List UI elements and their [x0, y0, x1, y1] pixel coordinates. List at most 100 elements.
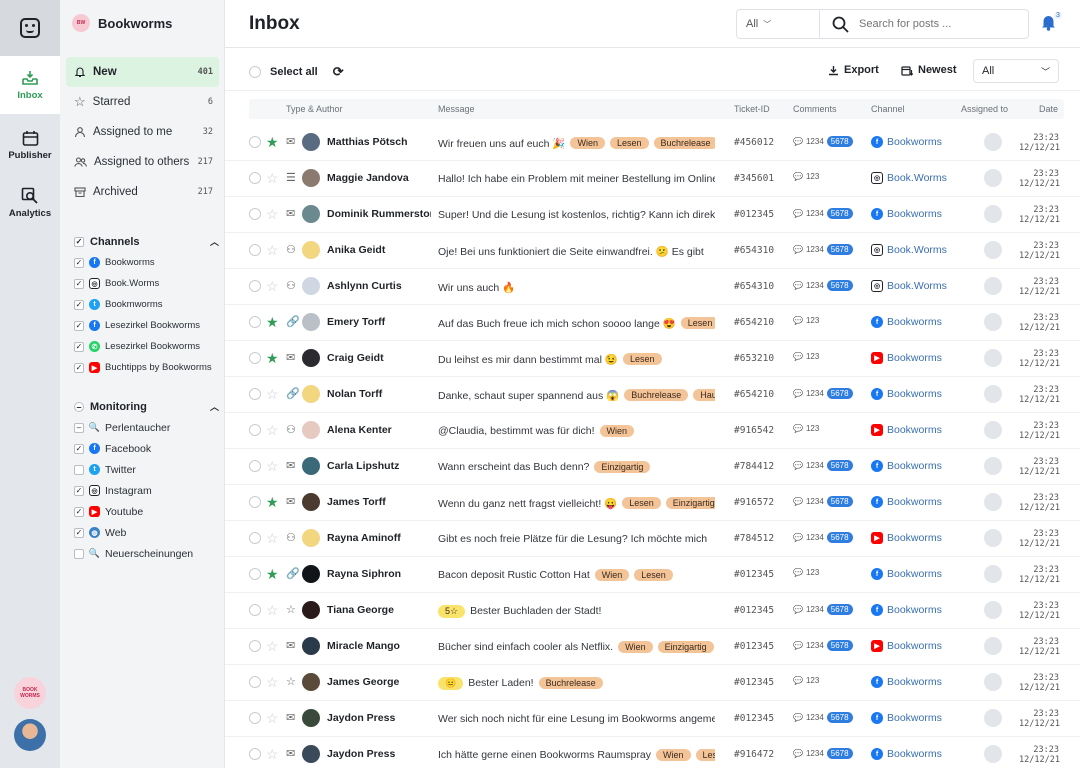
monitoring-checkbox[interactable]: –	[74, 422, 84, 433]
tag-label[interactable]: Buchrelease	[624, 389, 689, 401]
assignee-avatar[interactable]	[984, 349, 1002, 367]
star-icon[interactable]: ☆	[266, 241, 279, 259]
nav-item-new[interactable]: New 401	[66, 57, 219, 87]
comments-count[interactable]: 💬 123	[793, 172, 819, 181]
search-box[interactable]	[819, 9, 1029, 39]
tag-label[interactable]: Wien	[570, 137, 605, 149]
rail-item-inbox[interactable]: Inbox	[0, 56, 60, 114]
select-all[interactable]: Select all ⟳	[249, 64, 344, 80]
channel-cell[interactable]: f Bookworms	[871, 208, 942, 220]
assignee-avatar[interactable]	[984, 421, 1002, 439]
comments-count[interactable]: 💬 1234 5678	[793, 388, 853, 399]
monitoring-item[interactable]: 🔍 Neuerscheinungen	[74, 543, 219, 564]
search-filter-select[interactable]: All ﹀	[736, 9, 820, 39]
message-preview[interactable]: Oje! Bei uns funktioniert die Seite einw…	[438, 243, 715, 259]
channel-cell[interactable]: f Bookworms	[871, 460, 942, 472]
assignee-avatar[interactable]	[984, 529, 1002, 547]
assignee-avatar[interactable]	[984, 241, 1002, 259]
channel-cell[interactable]: ◎ Book.Worms	[871, 172, 947, 184]
tag-label[interactable]: Lesen	[695, 749, 715, 761]
author-name[interactable]: Matthias Pötsch	[327, 136, 431, 148]
monitoring-checkbox[interactable]: –	[74, 401, 84, 412]
author-name[interactable]: Rayna Aminoff	[327, 532, 431, 544]
nav-item-assigned-to-me[interactable]: Assigned to me 32	[66, 117, 219, 147]
author-name[interactable]: Dominik Rummerstorfer	[327, 208, 431, 220]
comments-count[interactable]: 💬 1234 5678	[793, 748, 853, 759]
table-row[interactable]: ☆ ☆ James George 😐 Bester Laden! Buchrelease #…	[225, 665, 1080, 701]
table-row[interactable]: ☆ ✉ Dominik Rummerstorfer Super! Und die Le…	[225, 197, 1080, 233]
channels-checkbox[interactable]: ✓	[74, 236, 84, 247]
tag-label[interactable]: Wien	[594, 569, 630, 581]
chevron-up-icon[interactable]: ︿	[210, 400, 219, 413]
col-comments[interactable]: Comments	[793, 104, 837, 114]
row-checkbox[interactable]	[249, 604, 261, 616]
row-checkbox[interactable]	[249, 496, 261, 508]
monitoring-section-header[interactable]: – Monitoring ︿	[74, 400, 219, 413]
brand[interactable]: BW Bookworms	[72, 14, 172, 32]
channel-cell[interactable]: f Bookworms	[871, 568, 942, 580]
channel-checkbox[interactable]: ✓	[74, 299, 84, 310]
star-icon[interactable]: ☆	[266, 601, 279, 619]
author-name[interactable]: Rayna Siphron	[327, 568, 431, 580]
tag-label[interactable]: Wien	[599, 425, 635, 437]
monitoring-item[interactable]: ✓ ◎ Instagram	[74, 480, 219, 501]
col-channel[interactable]: Channel	[871, 104, 905, 114]
row-checkbox[interactable]	[249, 640, 261, 652]
author-name[interactable]: James George	[327, 676, 431, 688]
row-checkbox[interactable]	[249, 460, 261, 472]
message-preview[interactable]: Wann erscheint das Buch denn? Einzigartig	[438, 459, 715, 475]
star-icon[interactable]: ☆	[266, 421, 279, 439]
tag-label[interactable]: Lesen	[609, 137, 649, 149]
tag-label[interactable]: Einzigartig	[657, 641, 714, 653]
nav-item-starred[interactable]: ☆ Starred 6	[66, 87, 219, 117]
nav-item-archived[interactable]: Archived 217	[66, 177, 219, 207]
star-icon[interactable]: ☆	[266, 709, 279, 727]
row-checkbox[interactable]	[249, 316, 261, 328]
monitoring-checkbox[interactable]: ✓	[74, 527, 84, 538]
rail-item-publisher[interactable]: Publisher	[0, 116, 60, 174]
assignee-avatar[interactable]	[984, 709, 1002, 727]
comments-count[interactable]: 💬 1234 5678	[793, 136, 853, 147]
channels-section-header[interactable]: ✓ Channels ︿	[74, 235, 219, 248]
channel-item[interactable]: ✓ ▶ Buchtipps by Bookworms	[74, 357, 219, 378]
assignee-avatar[interactable]	[984, 565, 1002, 583]
monitoring-checkbox[interactable]: ✓	[74, 443, 84, 454]
row-checkbox[interactable]	[249, 208, 261, 220]
assignee-avatar[interactable]	[984, 313, 1002, 331]
star-icon[interactable]: ☆	[266, 277, 279, 295]
author-name[interactable]: Nolan Torff	[327, 388, 431, 400]
comments-count[interactable]: 💬 123	[793, 424, 819, 433]
comments-count[interactable]: 💬 1234 5678	[793, 496, 853, 507]
monitoring-checkbox[interactable]	[74, 464, 84, 475]
row-checkbox[interactable]	[249, 676, 261, 688]
star-icon[interactable]: ★	[266, 133, 279, 151]
message-preview[interactable]: Bücher sind einfach cooler als Netflix. W…	[438, 639, 715, 655]
tag-label[interactable]: Wien	[656, 749, 691, 761]
assignee-avatar[interactable]	[984, 277, 1002, 295]
message-preview[interactable]: 5☆ Bester Buchladen der Stadt!	[438, 603, 715, 619]
comments-count[interactable]: 💬 123	[793, 676, 819, 685]
message-preview[interactable]: Danke, schaut super spannend aus 😱 Buchre…	[438, 387, 715, 403]
monitoring-item[interactable]: ✓ f Facebook	[74, 438, 219, 459]
star-icon[interactable]: ☆	[266, 457, 279, 475]
monitoring-item[interactable]: – 🔍 Perlentaucher	[74, 417, 219, 438]
monitoring-checkbox[interactable]: ✓	[74, 506, 84, 517]
tag-label[interactable]: Lesen	[680, 317, 715, 329]
comments-count[interactable]: 💬 1234 5678	[793, 640, 853, 651]
monitoring-item[interactable]: ✓ ◍ Web	[74, 522, 219, 543]
star-icon[interactable]: ★	[266, 349, 279, 367]
channel-cell[interactable]: f Bookworms	[871, 388, 942, 400]
comments-count[interactable]: 💬 123	[793, 316, 819, 325]
rail-item-analytics[interactable]: Analytics	[0, 174, 60, 232]
star-icon[interactable]: ☆	[266, 529, 279, 547]
tag-label[interactable]: Lesen	[622, 497, 661, 509]
assignee-avatar[interactable]	[984, 457, 1002, 475]
message-preview[interactable]: Bacon deposit Rustic Cotton Hat Wien Lesen	[438, 567, 715, 583]
author-name[interactable]: Emery Torff	[327, 316, 431, 328]
author-name[interactable]: Miracle Mango	[327, 640, 431, 652]
message-preview[interactable]: Super! Und die Lesung ist kostenlos, ric…	[438, 207, 715, 223]
col-message[interactable]: Message	[438, 104, 475, 114]
monitoring-item[interactable]: t Twitter	[74, 459, 219, 480]
chevron-up-icon[interactable]: ︿	[210, 235, 219, 248]
col-ticket-id[interactable]: Ticket-ID	[734, 104, 770, 114]
